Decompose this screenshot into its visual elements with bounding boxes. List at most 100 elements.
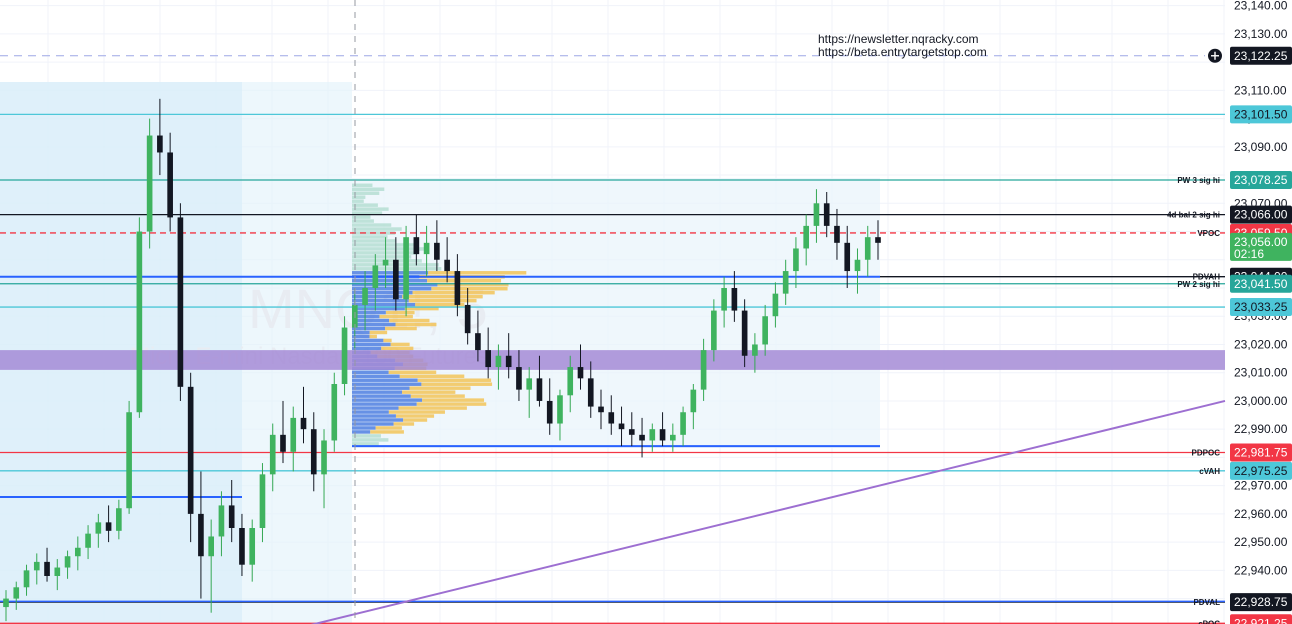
level-name-label: PW 2 sig hi: [1177, 280, 1220, 289]
volume-bar: [393, 422, 415, 426]
volume-bar: [370, 430, 404, 434]
volume-bar: [379, 314, 413, 319]
price-tick-label: 23,020.00: [1234, 337, 1288, 351]
candle-body: [444, 259, 450, 272]
volume-bar: [352, 402, 417, 406]
volume-bar: [352, 338, 384, 343]
price-tick-label: 22,970.00: [1234, 479, 1288, 493]
candle-body: [280, 434, 286, 452]
candle-body: [557, 395, 563, 424]
candle-body: [567, 367, 574, 396]
volume-bar: [352, 239, 397, 243]
volume-bar: [352, 390, 403, 394]
candle-body: [228, 505, 235, 528]
level-name-label: cPOC: [1198, 619, 1220, 624]
candle-body: [423, 242, 430, 255]
volume-bar: [352, 279, 428, 283]
candle-body: [249, 528, 256, 565]
entry-target-link[interactable]: https://beta.entrytargetstop.com: [818, 46, 987, 59]
candle-body: [577, 367, 584, 379]
volume-bar: [402, 390, 456, 394]
level-price-label: 23,033.25: [1234, 300, 1288, 314]
level-price-label: 22,981.75: [1234, 445, 1288, 459]
level-name-label: PDPOC: [1192, 448, 1221, 457]
candle-body: [167, 152, 173, 218]
volume-bar: [389, 318, 430, 323]
volume-bar: [395, 414, 435, 418]
candle-body: [239, 528, 245, 565]
volume-bar: [403, 418, 428, 422]
price-tick-label: 23,000.00: [1234, 394, 1288, 408]
level-price-label: 23,078.25: [1234, 173, 1288, 187]
candle-body: [495, 355, 502, 368]
volume-bar: [352, 442, 379, 446]
newsletter-links: https://newsletter.nqracky.com https://b…: [818, 33, 987, 59]
candle-body: [752, 344, 758, 356]
price-tick-label: 22,990.00: [1234, 422, 1288, 436]
crosshair-price-label: 23,122.25: [1234, 49, 1288, 63]
volume-bar: [352, 227, 402, 231]
volume-bar: [412, 290, 495, 295]
volume-bar: [352, 378, 418, 382]
level-name-label: VPOC: [1197, 229, 1220, 238]
candle-body: [813, 203, 820, 226]
candle-body: [362, 288, 368, 305]
candle-body: [382, 259, 389, 266]
candle-body: [700, 350, 707, 390]
volume-bar: [410, 394, 465, 398]
volume-bar: [431, 286, 508, 291]
candle-body: [177, 217, 184, 387]
candle-body: [854, 259, 861, 272]
candle-body: [680, 412, 686, 435]
candle-body: [598, 406, 604, 413]
candle-body: [13, 587, 20, 599]
price-tick-label: 23,090.00: [1234, 140, 1288, 154]
volume-bar: [352, 394, 411, 398]
volume-bar: [352, 414, 396, 418]
volume-bar: [388, 410, 445, 414]
level-name-label: PDVAL: [1193, 598, 1220, 607]
volume-bar: [352, 322, 396, 327]
volume-bar: [409, 386, 471, 390]
volume-bar: [352, 434, 381, 438]
volume-bar: [352, 438, 389, 442]
candle-body: [670, 434, 676, 441]
price-chart[interactable]: MNQ1!, 5 Micro E-mini Nasdaq-100 Futures…: [0, 0, 1292, 624]
level-price-label: 23,066.00: [1234, 208, 1288, 222]
level-name-label: PW 3 sig hi: [1177, 176, 1220, 185]
candle-body: [64, 556, 71, 568]
volume-bar: [352, 422, 394, 426]
candle-body: [136, 231, 143, 413]
candle-body: [187, 386, 194, 514]
level-price-label: 23,041.50: [1234, 277, 1288, 291]
candle-body: [505, 355, 512, 368]
candle-body: [341, 327, 348, 384]
price-tick-label: 22,950.00: [1234, 535, 1288, 549]
volume-bar: [352, 203, 378, 207]
volume-bar: [398, 406, 467, 410]
candle-body: [403, 237, 409, 300]
volume-bar: [352, 374, 400, 378]
candle-body: [844, 242, 851, 272]
candle-body: [690, 389, 697, 413]
candle-body: [218, 505, 225, 537]
volume-bar: [352, 382, 422, 386]
candle-body: [741, 310, 748, 356]
price-tick-label: 22,960.00: [1234, 507, 1288, 521]
candle-body: [587, 378, 594, 407]
volume-bar: [352, 271, 429, 275]
candle-body: [300, 417, 307, 430]
level-name-label: 4d bal 2 sig hi: [1167, 211, 1220, 220]
candle-body: [772, 293, 779, 317]
candle-body: [659, 429, 666, 441]
volume-bar: [352, 406, 399, 410]
volume-bar: [352, 195, 366, 199]
volume-bar: [422, 398, 485, 402]
candle-body: [485, 350, 491, 368]
volume-bar: [383, 338, 392, 343]
volume-bar: [352, 346, 382, 351]
volume-bar: [421, 382, 493, 386]
level-price-label: 22,921.25: [1234, 616, 1288, 624]
volume-bar: [395, 322, 437, 327]
level-price-label: 22,928.75: [1234, 595, 1288, 609]
